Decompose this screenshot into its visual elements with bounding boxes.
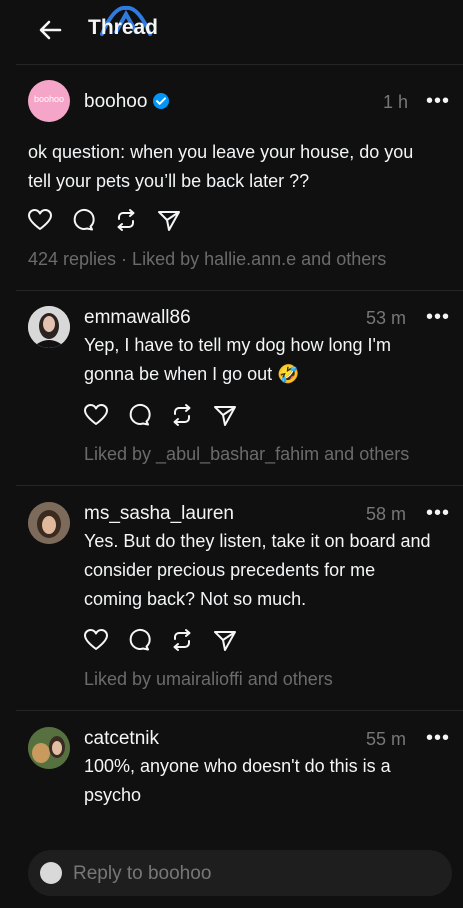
avatar[interactable]: boohoo: [28, 80, 70, 122]
heart-icon[interactable]: [83, 402, 109, 428]
comment-icon[interactable]: [70, 207, 96, 233]
top-bar: Thread: [0, 0, 463, 62]
post-username[interactable]: boohoo: [84, 91, 147, 113]
share-icon[interactable]: [212, 402, 238, 428]
header-divider: [16, 64, 463, 65]
reply-time: 58 m: [366, 504, 407, 524]
reply-text-line: coming back? Not so much.: [84, 589, 307, 609]
share-icon[interactable]: [212, 627, 238, 653]
post-text-line: ok question: when you leave your house, …: [28, 142, 414, 162]
post-text: ok question: when you leave your house, …: [28, 138, 413, 196]
comment-icon[interactable]: [126, 627, 152, 653]
reply-meta[interactable]: Liked by umairalioffi and others: [84, 669, 333, 690]
reply-text-line: 100%, anyone who doesn't do this is a: [84, 756, 391, 776]
reply-text-line: Yes. But do they listen, take it on boar…: [84, 531, 431, 551]
more-options-icon[interactable]: •••: [426, 503, 450, 523]
repost-icon[interactable]: [169, 402, 195, 428]
reply-username[interactable]: catcetnik: [84, 728, 159, 750]
share-icon[interactable]: [156, 207, 182, 233]
post-time: 1 h: [383, 92, 409, 112]
avatar: [40, 862, 62, 884]
post-text-line: tell your pets you’ll be back later ??: [28, 171, 310, 191]
more-options-icon[interactable]: •••: [426, 307, 450, 327]
repost-icon[interactable]: [169, 627, 195, 653]
back-arrow-icon[interactable]: [34, 14, 66, 46]
reply-text-line: Yep, I have to tell my dog how long I'm: [84, 335, 391, 355]
verified-badge-icon: [152, 92, 170, 110]
reply-text-line: consider precious precedents for me: [84, 560, 376, 580]
more-options-icon[interactable]: •••: [426, 91, 450, 111]
reply-text-line: psycho: [84, 785, 142, 805]
avatar[interactable]: [28, 727, 70, 769]
reply-text: Yep, I have to tell my dog how long I'm …: [84, 331, 391, 389]
reply-meta[interactable]: Liked by _abul_bashar_fahim and others: [84, 444, 409, 465]
heart-icon[interactable]: [27, 207, 53, 233]
reply-username[interactable]: ms_sasha_lauren: [84, 503, 234, 525]
divider: [16, 485, 463, 486]
heart-icon[interactable]: [83, 627, 109, 653]
more-options-icon[interactable]: •••: [426, 728, 450, 748]
avatar-brand-text: boohoo: [33, 94, 65, 104]
reply-time: 55 m: [366, 729, 407, 749]
divider: [16, 290, 463, 291]
reply-text: Yes. But do they listen, take it on boar…: [84, 527, 431, 614]
page-title: Thread: [88, 16, 159, 39]
comment-icon[interactable]: [126, 402, 152, 428]
repost-icon[interactable]: [113, 207, 139, 233]
reply-text: 100%, anyone who doesn't do this is a ps…: [84, 752, 391, 810]
avatar[interactable]: [28, 502, 70, 544]
avatar[interactable]: [28, 306, 70, 348]
reply-time: 53 m: [366, 308, 407, 328]
reply-input-bar[interactable]: Reply to boohoo: [28, 850, 452, 896]
reply-username[interactable]: emmawall86: [84, 307, 191, 329]
post-meta[interactable]: 424 replies · Liked by hallie.ann.e and …: [28, 249, 386, 270]
reply-input-placeholder[interactable]: Reply to boohoo: [73, 863, 211, 885]
divider: [16, 710, 463, 711]
reply-text-line: gonna be when I go out 🤣: [84, 364, 300, 384]
